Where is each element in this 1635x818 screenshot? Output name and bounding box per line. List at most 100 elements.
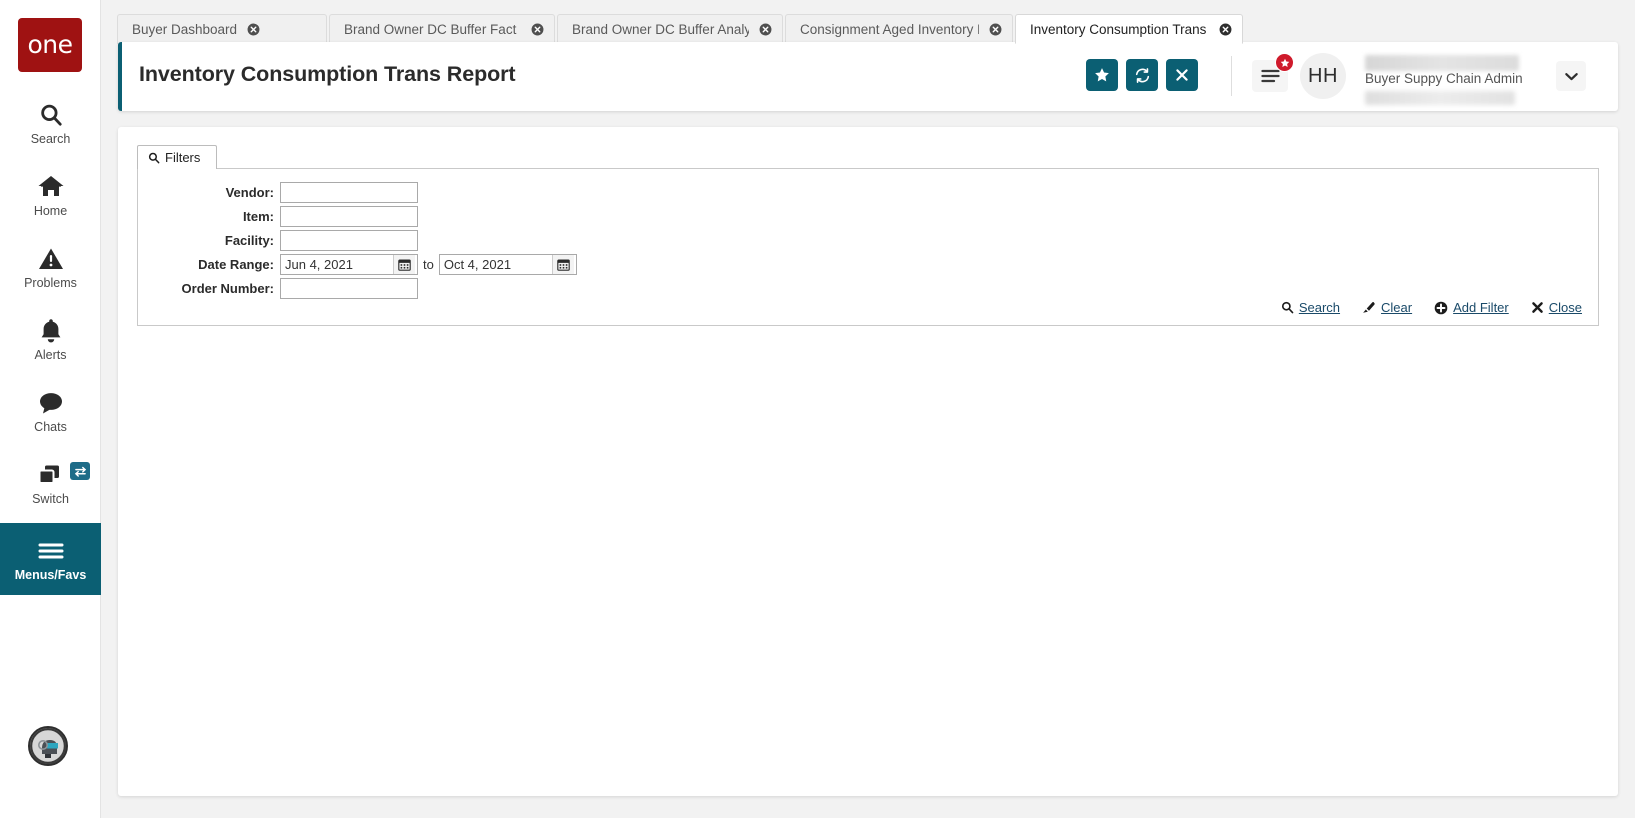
ai-assistant-avatar[interactable] [28,726,68,766]
close-icon[interactable] [759,23,772,36]
tab-label: Brand Owner DC Buffer Analytic... [572,22,749,37]
facility-input[interactable] [280,229,418,251]
add-filter-label: Add Filter [1453,300,1509,315]
tab-brand-owner-dc-buffer-fact-report[interactable]: Brand Owner DC Buffer Fact Rep... [329,14,555,44]
sidebar-item-home[interactable]: Home [0,158,101,232]
filter-row-order-number: Order Number: [138,277,418,299]
search-icon [38,99,64,131]
item-input[interactable] [280,205,418,227]
date-from-input[interactable] [281,254,393,274]
browser-tab-bar: Buyer Dashboard Brand Owner DC Buffer Fa… [101,0,1635,44]
search-label: Search [1298,300,1341,315]
tab-list: Buyer Dashboard Brand Owner DC Buffer Fa… [117,14,1245,44]
plus-circle-icon [1434,301,1448,315]
warning-icon [38,243,64,275]
search-button[interactable]: Search [1281,300,1340,315]
tab-inventory-consumption-trans-report[interactable]: Inventory Consumption Trans Re... [1015,14,1243,44]
user-info-block: Buyer Suppy Chain Admin [1353,55,1525,105]
sidebar-item-switch[interactable]: Switch [0,446,101,520]
filter-row-facility: Facility: [138,229,418,251]
tab-label: Consignment Aged Inventory Re... [800,22,979,37]
vendor-input[interactable] [280,181,418,203]
tab-label: Inventory Consumption Trans Re... [1030,21,1209,37]
page-header-card: Inventory Consumption Trans Report HH Bu… [118,42,1618,111]
sidebar-item-label: Chats [34,420,67,435]
header-divider [1231,56,1232,96]
x-icon [1531,301,1544,314]
close-icon[interactable] [247,23,260,36]
x-icon [1175,68,1189,82]
close-icon[interactable] [1219,23,1232,36]
date-to-field [438,253,577,275]
page-content-card: Filters Vendor: Item: Facility: Date Ran… [118,127,1618,796]
tab-brand-owner-dc-buffer-analytics[interactable]: Brand Owner DC Buffer Analytic... [557,14,783,44]
add-filter-button[interactable]: Add Filter [1434,300,1509,315]
order-number-input[interactable] [280,277,418,299]
menu-favorites-badge [1275,53,1294,72]
header-menu-button[interactable] [1252,53,1294,92]
tab-label: Buyer Dashboard [132,22,238,37]
chat-icon [37,387,65,419]
clear-button[interactable]: Clear [1362,300,1412,315]
sidebar-item-label: Problems [24,276,77,291]
filter-row-item: Item: [138,205,418,227]
sidebar-item-label: Home [33,204,68,219]
app-logo[interactable]: one [18,18,82,72]
date-range-label: Date Range: [198,256,274,272]
date-range-separator: to [423,256,434,272]
eraser-icon [1362,301,1376,314]
sidebar-item-menus-favs[interactable]: Menus/Favs [0,523,101,595]
refresh-button[interactable] [1126,59,1158,91]
item-label: Item: [242,208,274,224]
filter-actions: Search Clear Add Filter Close [1281,300,1582,315]
tab-label: Brand Owner DC Buffer Fact Rep... [344,22,521,37]
calendar-icon[interactable] [393,254,415,274]
user-menu-toggle[interactable] [1556,61,1586,91]
tab-buyer-dashboard[interactable]: Buyer Dashboard [117,14,327,44]
filter-row-vendor: Vendor: [138,181,418,203]
sidebar-item-chats[interactable]: Chats [0,374,101,448]
tab-consignment-aged-inventory-report[interactable]: Consignment Aged Inventory Re... [785,14,1013,44]
page-title: Inventory Consumption Trans Report [139,62,516,86]
avatar-initials: HH [1308,64,1338,87]
sidebar-item-label: Switch [32,492,69,507]
date-to-input[interactable] [439,254,552,274]
close-icon[interactable] [531,23,544,36]
calendar-icon[interactable] [551,254,574,274]
app-root: one Search Home Problems Alerts Chats Sw… [0,0,1635,818]
left-nav-rail: one Search Home Problems Alerts Chats Sw… [0,0,101,818]
tab-filters[interactable]: Filters [137,145,218,169]
refresh-icon [1134,67,1151,84]
filters-tab-label: Filters [165,150,201,165]
hamburger-icon [1260,69,1280,83]
filter-row-date-range: Date Range: to [138,253,577,275]
sidebar-item-label: Alerts [34,348,67,363]
close-icon[interactable] [989,23,1002,36]
sidebar-item-label: Search [30,132,71,147]
order-number-label: Order Number: [181,280,274,296]
close-button[interactable] [1166,59,1198,91]
filters-panel: Vendor: Item: Facility: Date Range: Jun … [137,168,1599,326]
sidebar-item-problems[interactable]: Problems [0,230,101,304]
vendor-label: Vendor: [225,184,274,200]
bell-icon [39,315,63,347]
star-icon [1280,58,1290,68]
favorite-button[interactable] [1086,59,1118,91]
sidebar-item-alerts[interactable]: Alerts [0,302,101,376]
close-filters-label: Close [1548,300,1582,315]
switch-toggle-badge[interactable] [70,462,90,480]
clear-label: Clear [1381,300,1413,315]
close-filters-button[interactable]: Close [1531,300,1582,315]
search-icon [1281,301,1294,314]
user-role-label: Buyer Suppy Chain Admin [1365,71,1523,86]
search-icon [148,152,160,164]
sidebar-item-search[interactable]: Search [0,86,101,160]
switch-icon [36,459,66,491]
hamburger-icon [37,535,65,567]
star-icon [1094,67,1110,83]
facility-label: Facility: [224,232,274,248]
header-action-buttons [1086,59,1198,91]
avatar[interactable]: HH [1300,53,1346,99]
chevron-down-icon [1564,71,1579,82]
home-icon [37,171,65,203]
